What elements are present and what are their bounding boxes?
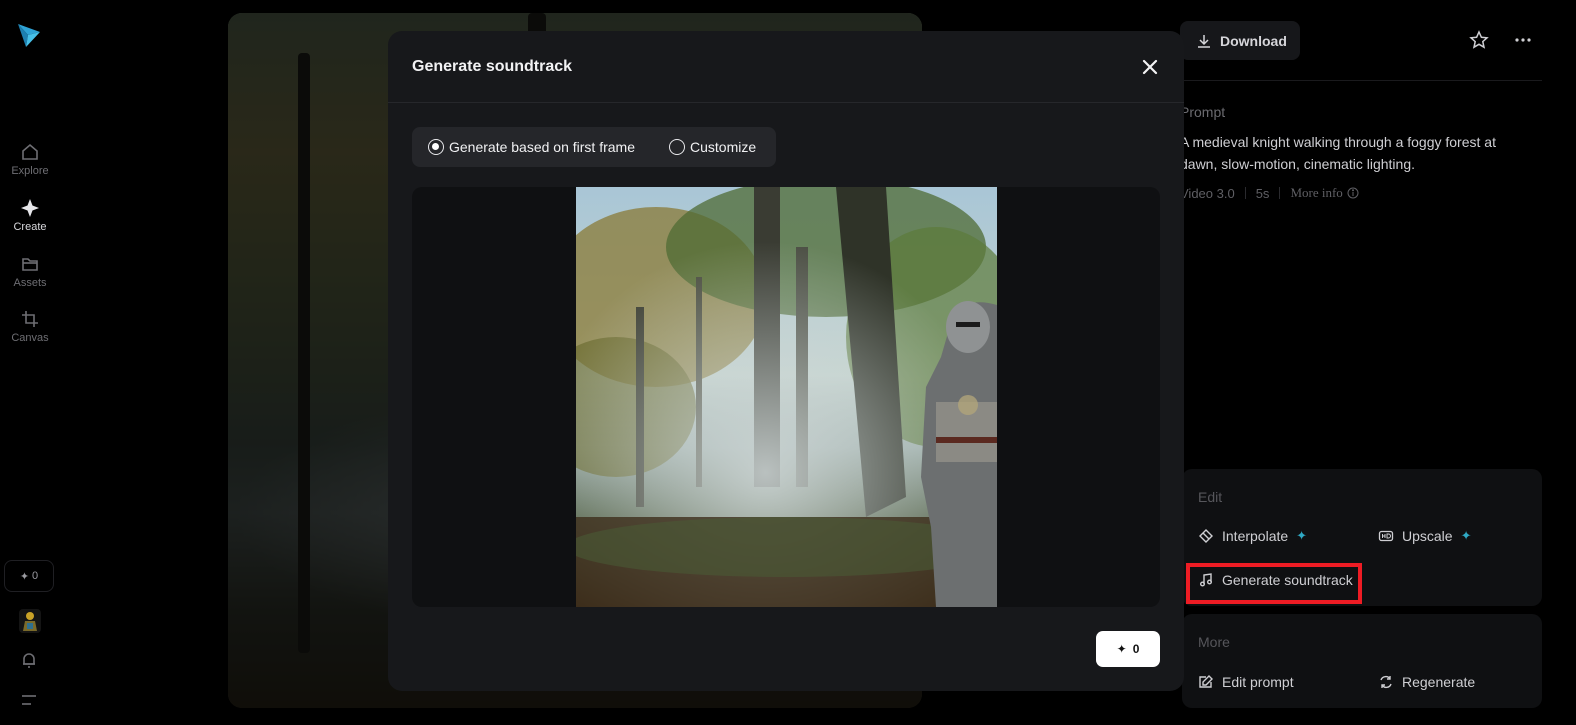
sidebar-item-label: Canvas (11, 332, 49, 344)
menu-icon[interactable] (19, 690, 39, 710)
interpolate-label: Interpolate (1222, 528, 1289, 544)
sidebar-item-create[interactable]: Create (0, 198, 60, 233)
first-frame-preview (412, 187, 1160, 607)
home-icon (22, 143, 38, 160)
star-icon[interactable] (1469, 30, 1489, 50)
divider (1279, 187, 1281, 199)
duration: 5s (1255, 185, 1270, 201)
bell-icon[interactable] (19, 650, 39, 670)
edit-prompt-label: Edit prompt (1222, 674, 1294, 690)
download-icon (1198, 34, 1210, 48)
crop-icon (22, 311, 38, 327)
soundtrack-mode-selector: Generate based on first frame Customize (412, 127, 776, 167)
sparkle-icon: ✦ (1460, 528, 1472, 543)
info-icon (1347, 187, 1359, 199)
divider (1180, 80, 1542, 81)
more-options-icon[interactable] (1513, 30, 1533, 50)
sidebar-item-assets[interactable]: Assets (0, 254, 60, 289)
sparkle-icon (21, 199, 39, 217)
radio-selected[interactable] (428, 139, 444, 155)
edit-card: Edit Interpolate ✦ Upscale ✦ Generate so… (1182, 469, 1542, 606)
credits-count: 0 (32, 570, 39, 582)
modal-title: Generate soundtrack (412, 58, 573, 75)
generate-soundtrack-label: Generate soundtrack (1222, 572, 1353, 588)
edit-icon (1199, 675, 1213, 688)
prompt-text: A medieval knight walking through a fogg… (1180, 134, 1496, 172)
divider (1244, 187, 1246, 199)
generate-soundtrack-modal: Generate soundtrack Generate based on fi… (388, 31, 1184, 691)
details-panel: Download Prompt A medieval knight walkin… (1180, 0, 1576, 725)
close-icon[interactable] (1140, 57, 1160, 77)
music-note-icon (1200, 573, 1212, 587)
download-button[interactable]: Download (1180, 21, 1300, 60)
edit-card-title: Edit (1198, 489, 1223, 505)
credits-badge[interactable]: ✦ 0 (4, 560, 54, 592)
regenerate-label: Regenerate (1402, 674, 1476, 690)
regenerate-button[interactable]: Regenerate (1378, 674, 1475, 690)
more-info-link[interactable]: More info (1290, 185, 1359, 201)
option-label: Generate based on first frame (449, 139, 635, 155)
option-label: Customize (690, 139, 757, 155)
generate-cost: 0 (1132, 642, 1140, 656)
divider (388, 102, 1184, 103)
sidebar: Explore Create Assets Canvas ✦ 0 (0, 0, 60, 725)
sidebar-item-label: Explore (11, 165, 49, 177)
more-card: More Edit prompt Regenerate (1182, 614, 1542, 708)
generate-button[interactable]: ✦ 0 (1096, 631, 1160, 667)
more-info-label: More info (1290, 185, 1343, 200)
upscale-label: Upscale (1402, 528, 1453, 544)
more-card-title: More (1198, 634, 1230, 650)
sidebar-item-canvas[interactable]: Canvas (0, 309, 60, 344)
hd-icon (1378, 530, 1394, 542)
download-label: Download (1220, 32, 1287, 49)
folder-icon (22, 258, 38, 271)
first-frame-image (576, 187, 997, 607)
option-first-frame[interactable]: Generate based on first frame (428, 139, 635, 155)
edit-prompt-button[interactable]: Edit prompt (1198, 674, 1294, 690)
interpolate-icon (1199, 529, 1213, 543)
upscale-button[interactable]: Upscale ✦ (1378, 528, 1472, 544)
sparkle-icon: ✦ (1116, 642, 1127, 656)
avatar[interactable] (19, 609, 41, 633)
generate-soundtrack-button[interactable]: Generate soundtrack (1198, 572, 1353, 588)
refresh-icon (1380, 675, 1392, 689)
sidebar-item-label: Create (13, 221, 47, 233)
sidebar-item-explore[interactable]: Explore (0, 142, 60, 177)
interpolate-button[interactable]: Interpolate ✦ (1198, 528, 1307, 544)
app-logo[interactable] (14, 20, 44, 50)
video-meta: Video 3.0 5s More info (1180, 185, 1359, 201)
sparkle-icon: ✦ (19, 570, 30, 583)
radio-unselected[interactable] (669, 139, 685, 155)
sparkle-icon: ✦ (1296, 528, 1308, 543)
model-name: Video 3.0 (1180, 185, 1235, 201)
prompt-label: Prompt (1180, 104, 1226, 120)
sidebar-item-label: Assets (13, 277, 47, 289)
option-customize[interactable]: Customize (669, 139, 756, 155)
